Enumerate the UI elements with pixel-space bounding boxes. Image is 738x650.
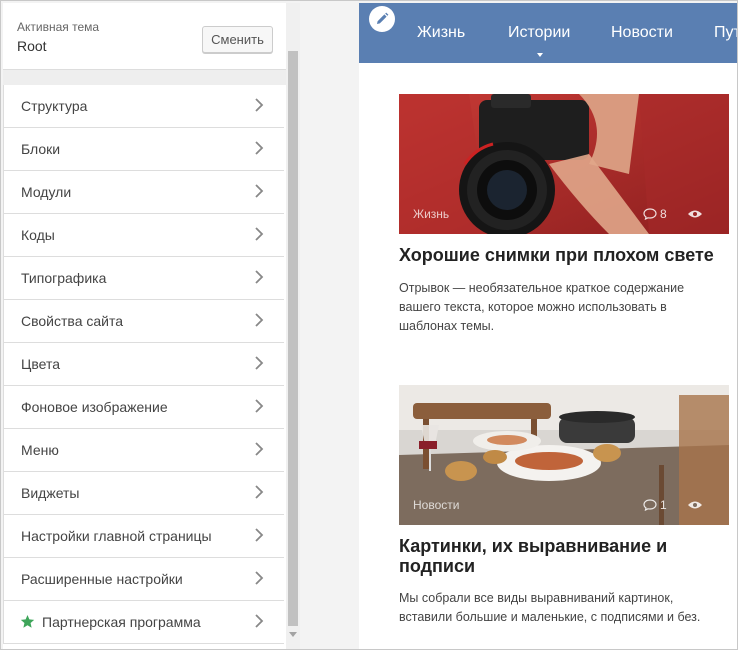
post-category: Новости [413,498,460,512]
menu-item-site-identity[interactable]: Свойства сайта [3,300,284,343]
menu-item-background-image[interactable]: Фоновое изображение [3,386,284,429]
nav-item-travel[interactable]: Пут [714,24,737,42]
scrollbar-thumb[interactable] [288,51,298,626]
active-theme-box: Активная тема Root Сменить [3,3,286,70]
customizer-menu: Структура Блоки Модули Коды Типографика … [3,85,284,644]
panel-separator [3,70,286,85]
chevron-right-icon [255,313,264,327]
menu-item-homepage-settings[interactable]: Настройки главной страницы [3,515,284,558]
post-excerpt: Отрывок — необязательное краткое содержа… [399,281,685,333]
menu-item-modules[interactable]: Модули [3,171,284,214]
menu-item-menus[interactable]: Меню [3,429,284,472]
post-excerpt: Мы собрали все виды выравниваний картино… [399,591,701,624]
menu-item-label: Свойства сайта [21,313,124,329]
nav-item-life[interactable]: Жизнь [417,24,465,42]
post-stats: 8 [643,207,703,221]
star-icon [20,614,35,628]
menu-item-label: Цвета [21,356,60,372]
post-title[interactable]: Картинки, их выравнивание и подписи [399,536,729,576]
post-thumbnail[interactable]: Новости 1 [399,385,729,525]
menu-item-label: Виджеты [21,485,80,501]
chevron-right-icon [255,98,264,112]
panel-scrollbar[interactable] [286,3,300,649]
eye-icon [687,210,702,218]
menu-item-widgets[interactable]: Виджеты [3,472,284,515]
comment-count: 1 [660,498,667,512]
chevron-right-icon [255,356,264,370]
chevron-right-icon [255,270,264,284]
change-theme-button[interactable]: Сменить [202,26,273,53]
chevron-right-icon [255,571,264,585]
menu-item-typography[interactable]: Типографика [3,257,284,300]
eye-icon [687,501,702,509]
post-stats: 1 [643,498,703,512]
menu-item-label: Партнерская программа [42,614,201,630]
edit-shortcut-button[interactable] [369,6,395,32]
active-theme-name: Root [17,38,47,54]
site-navigation: Жизнь Истории Новости Пут [359,3,737,63]
menu-item-structure[interactable]: Структура [3,85,284,128]
menu-item-label: Коды [21,227,55,243]
menu-item-label: Настройки главной страницы [21,528,212,544]
customizer-window: Активная тема Root Сменить Структура Бло… [0,0,738,650]
comment-icon [643,208,657,220]
chevron-right-icon [255,141,264,155]
site-preview: Жизнь Истории Новости Пут [359,3,737,649]
customizer-panel: Активная тема Root Сменить Структура Бло… [3,3,287,649]
pencil-icon [377,12,389,24]
menu-item-label: Типографика [21,270,107,286]
menu-item-label: Структура [21,98,88,114]
chevron-right-icon [255,184,264,198]
menu-item-label: Блоки [21,141,61,157]
active-theme-caption: Активная тема [17,20,100,34]
nav-item-stories[interactable]: Истории [508,24,570,42]
post-thumbnail[interactable]: Жизнь 8 [399,94,729,234]
chevron-right-icon [255,485,264,499]
comment-count: 8 [660,207,667,221]
chevron-right-icon [255,227,264,241]
chevron-right-icon [255,528,264,542]
scroll-down-arrow-icon[interactable] [289,632,297,637]
menu-item-partner-program[interactable]: Партнерская программа [3,601,284,644]
menu-item-codes[interactable]: Коды [3,214,284,257]
chevron-right-icon [255,399,264,413]
nav-item-news[interactable]: Новости [611,24,673,42]
dropdown-caret-icon [537,53,543,57]
menu-item-blocks[interactable]: Блоки [3,128,284,171]
post-title[interactable]: Хорошие снимки при плохом свете [399,245,729,265]
chevron-right-icon [255,442,264,456]
menu-item-label: Меню [21,442,59,458]
chevron-right-icon [255,614,264,628]
menu-item-label: Фоновое изображение [21,399,168,415]
comment-icon [643,499,657,511]
menu-item-colors[interactable]: Цвета [3,343,284,386]
post-category: Жизнь [413,207,450,221]
menu-item-label: Модули [21,184,72,200]
menu-item-label: Расширенные настройки [21,571,183,587]
menu-item-advanced-settings[interactable]: Расширенные настройки [3,558,284,601]
